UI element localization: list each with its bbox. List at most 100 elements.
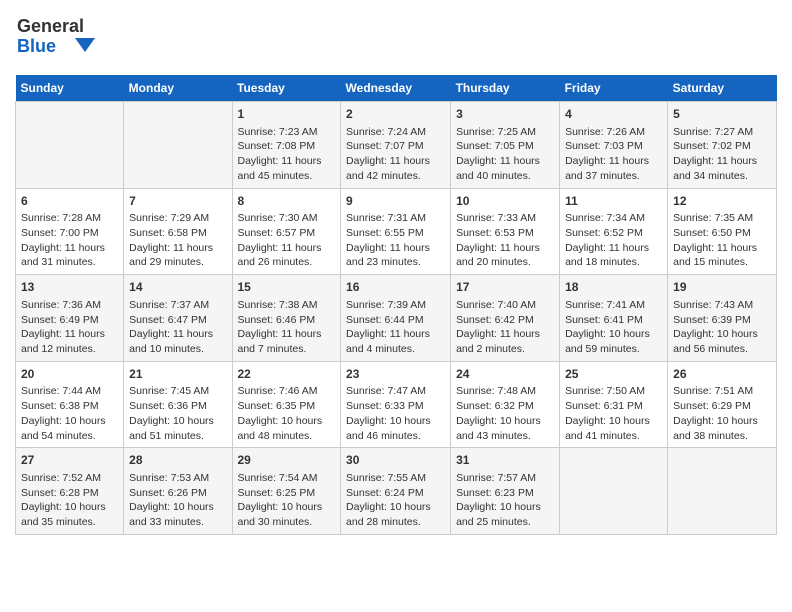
day-number: 5 [673, 106, 771, 123]
calendar-cell: 1 Sunrise: 7:23 AMSunset: 7:08 PMDaylight… [232, 102, 341, 189]
day-number: 6 [21, 193, 118, 210]
calendar-table: SundayMondayTuesdayWednesdayThursdayFrid… [15, 75, 777, 535]
day-number: 10 [456, 193, 554, 210]
day-number: 23 [346, 366, 445, 383]
day-number: 26 [673, 366, 771, 383]
day-content: Sunrise: 7:24 AMSunset: 7:07 PMDaylight:… [346, 125, 445, 184]
day-number: 14 [129, 279, 226, 296]
logo-svg: General Blue [15, 10, 105, 65]
day-content: Sunrise: 7:47 AMSunset: 6:33 PMDaylight:… [346, 384, 445, 443]
calendar-cell [560, 448, 668, 535]
day-content: Sunrise: 7:46 AMSunset: 6:35 PMDaylight:… [238, 384, 336, 443]
calendar-cell: 28 Sunrise: 7:53 AMSunset: 6:26 PMDayligh… [124, 448, 232, 535]
day-content: Sunrise: 7:27 AMSunset: 7:02 PMDaylight:… [673, 125, 771, 184]
header-day-tuesday: Tuesday [232, 75, 341, 102]
calendar-cell: 22Sunrise: 7:46 AMSunset: 6:35 PMDayligh… [232, 361, 341, 448]
day-number: 3 [456, 106, 554, 123]
calendar-cell [16, 102, 124, 189]
calendar-cell: 8Sunrise: 7:30 AMSunset: 6:57 PMDaylight… [232, 188, 341, 275]
day-number: 17 [456, 279, 554, 296]
header: General Blue [15, 10, 777, 65]
day-content: Sunrise: 7:52 AMSunset: 6:28 PMDaylight:… [21, 471, 118, 530]
header-day-wednesday: Wednesday [341, 75, 451, 102]
calendar-cell: 14 Sunrise: 7:37 AMSunset: 6:47 PMDayligh… [124, 275, 232, 362]
day-content: Sunrise: 7:40 AMSunset: 6:42 PMDaylight:… [456, 298, 554, 357]
calendar-cell: 18 Sunrise: 7:41 AMSunset: 6:41 PMDayligh… [560, 275, 668, 362]
svg-text:Blue: Blue [17, 36, 56, 56]
day-content: Sunrise: 7:55 AMSunset: 6:24 PMDaylight:… [346, 471, 445, 530]
calendar-cell: 24Sunrise: 7:48 AMSunset: 6:32 PMDayligh… [451, 361, 560, 448]
calendar-cell: 17 Sunrise: 7:40 AMSunset: 6:42 PMDayligh… [451, 275, 560, 362]
calendar-cell: 19 Sunrise: 7:43 AMSunset: 6:39 PMDayligh… [668, 275, 777, 362]
day-content: Sunrise: 7:35 AMSunset: 6:50 PMDaylight:… [673, 211, 771, 270]
calendar-week-row: 27 Sunrise: 7:52 AMSunset: 6:28 PMDayligh… [16, 448, 777, 535]
day-number: 15 [238, 279, 336, 296]
day-number: 27 [21, 452, 118, 469]
day-content: Sunrise: 7:51 AMSunset: 6:29 PMDaylight:… [673, 384, 771, 443]
day-content: Sunrise: 7:31 AMSunset: 6:55 PMDaylight:… [346, 211, 445, 270]
day-number: 16 [346, 279, 445, 296]
day-number: 13 [21, 279, 118, 296]
day-number: 24 [456, 366, 554, 383]
calendar-cell: 9Sunrise: 7:31 AMSunset: 6:55 PMDaylight… [341, 188, 451, 275]
day-content: Sunrise: 7:53 AMSunset: 6:26 PMDaylight:… [129, 471, 226, 530]
day-number: 4 [565, 106, 662, 123]
calendar-week-row: 13Sunrise: 7:36 AMSunset: 6:49 PMDayligh… [16, 275, 777, 362]
calendar-cell: 10Sunrise: 7:33 AMSunset: 6:53 PMDayligh… [451, 188, 560, 275]
day-number: 12 [673, 193, 771, 210]
calendar-cell: 11Sunrise: 7:34 AMSunset: 6:52 PMDayligh… [560, 188, 668, 275]
calendar-cell: 23Sunrise: 7:47 AMSunset: 6:33 PMDayligh… [341, 361, 451, 448]
day-number: 28 [129, 452, 226, 469]
day-content: Sunrise: 7:33 AMSunset: 6:53 PMDaylight:… [456, 211, 554, 270]
calendar-cell: 12Sunrise: 7:35 AMSunset: 6:50 PMDayligh… [668, 188, 777, 275]
calendar-week-row: 1 Sunrise: 7:23 AMSunset: 7:08 PMDaylight… [16, 102, 777, 189]
day-content: Sunrise: 7:26 AMSunset: 7:03 PMDaylight:… [565, 125, 662, 184]
day-content: Sunrise: 7:57 AMSunset: 6:23 PMDaylight:… [456, 471, 554, 530]
day-content: Sunrise: 7:54 AMSunset: 6:25 PMDaylight:… [238, 471, 336, 530]
calendar-cell: 29 Sunrise: 7:54 AMSunset: 6:25 PMDayligh… [232, 448, 341, 535]
day-number: 21 [129, 366, 226, 383]
calendar-cell: 25Sunrise: 7:50 AMSunset: 6:31 PMDayligh… [560, 361, 668, 448]
calendar-cell: 31 Sunrise: 7:57 AMSunset: 6:23 PMDayligh… [451, 448, 560, 535]
calendar-cell: 16Sunrise: 7:39 AMSunset: 6:44 PMDayligh… [341, 275, 451, 362]
calendar-cell: 4 Sunrise: 7:26 AMSunset: 7:03 PMDaylight… [560, 102, 668, 189]
day-number: 2 [346, 106, 445, 123]
day-number: 11 [565, 193, 662, 210]
day-number: 22 [238, 366, 336, 383]
calendar-cell: 13Sunrise: 7:36 AMSunset: 6:49 PMDayligh… [16, 275, 124, 362]
day-content: Sunrise: 7:48 AMSunset: 6:32 PMDaylight:… [456, 384, 554, 443]
calendar-cell: 3 Sunrise: 7:25 AMSunset: 7:05 PMDaylight… [451, 102, 560, 189]
day-number: 25 [565, 366, 662, 383]
calendar-cell: 20Sunrise: 7:44 AMSunset: 6:38 PMDayligh… [16, 361, 124, 448]
day-content: Sunrise: 7:44 AMSunset: 6:38 PMDaylight:… [21, 384, 118, 443]
calendar-cell: 6Sunrise: 7:28 AMSunset: 7:00 PMDaylight… [16, 188, 124, 275]
day-number: 19 [673, 279, 771, 296]
day-number: 29 [238, 452, 336, 469]
calendar-cell: 27 Sunrise: 7:52 AMSunset: 6:28 PMDayligh… [16, 448, 124, 535]
day-number: 7 [129, 193, 226, 210]
calendar-cell [668, 448, 777, 535]
day-content: Sunrise: 7:45 AMSunset: 6:36 PMDaylight:… [129, 384, 226, 443]
day-content: Sunrise: 7:37 AMSunset: 6:47 PMDaylight:… [129, 298, 226, 357]
calendar-cell: 15Sunrise: 7:38 AMSunset: 6:46 PMDayligh… [232, 275, 341, 362]
calendar-cell: 30 Sunrise: 7:55 AMSunset: 6:24 PMDayligh… [341, 448, 451, 535]
calendar-week-row: 20Sunrise: 7:44 AMSunset: 6:38 PMDayligh… [16, 361, 777, 448]
day-content: Sunrise: 7:23 AMSunset: 7:08 PMDaylight:… [238, 125, 336, 184]
page-container: General Blue SundayMondayTuesdayWednesda… [0, 0, 792, 545]
day-content: Sunrise: 7:43 AMSunset: 6:39 PMDaylight:… [673, 298, 771, 357]
header-day-thursday: Thursday [451, 75, 560, 102]
day-content: Sunrise: 7:29 AMSunset: 6:58 PMDaylight:… [129, 211, 226, 270]
day-number: 1 [238, 106, 336, 123]
day-number: 18 [565, 279, 662, 296]
header-day-friday: Friday [560, 75, 668, 102]
day-content: Sunrise: 7:25 AMSunset: 7:05 PMDaylight:… [456, 125, 554, 184]
day-number: 31 [456, 452, 554, 469]
day-number: 30 [346, 452, 445, 469]
calendar-cell: 7Sunrise: 7:29 AMSunset: 6:58 PMDaylight… [124, 188, 232, 275]
calendar-cell: 5 Sunrise: 7:27 AMSunset: 7:02 PMDaylight… [668, 102, 777, 189]
day-content: Sunrise: 7:41 AMSunset: 6:41 PMDaylight:… [565, 298, 662, 357]
calendar-cell: 2 Sunrise: 7:24 AMSunset: 7:07 PMDaylight… [341, 102, 451, 189]
day-content: Sunrise: 7:30 AMSunset: 6:57 PMDaylight:… [238, 211, 336, 270]
svg-text:General: General [17, 16, 84, 36]
calendar-week-row: 6Sunrise: 7:28 AMSunset: 7:00 PMDaylight… [16, 188, 777, 275]
